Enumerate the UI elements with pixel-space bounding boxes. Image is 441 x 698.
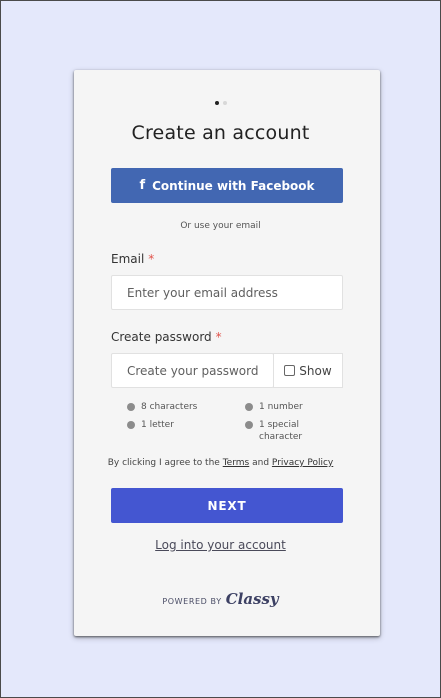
requirement-bullet-icon	[127, 403, 135, 411]
page-title: Create an account	[131, 122, 310, 144]
required-mark: *	[215, 330, 222, 344]
requirement-chars: 8 characters	[127, 401, 197, 413]
step-dot-active	[214, 101, 219, 105]
show-password-toggle[interactable]: Show	[273, 353, 343, 388]
show-password-checkbox[interactable]	[284, 365, 296, 376]
requirement-number: 1 number	[245, 401, 303, 413]
password-label: Create password *	[111, 330, 222, 344]
step-dot	[222, 101, 227, 105]
step-indicator	[0, 101, 441, 105]
requirement-bullet-icon	[245, 403, 253, 411]
classy-logo: Classy	[225, 590, 279, 608]
required-mark: *	[148, 252, 155, 266]
powered-by-text: POWERED BY	[162, 597, 222, 606]
powered-by: POWERED BY Classy	[0, 590, 441, 608]
next-button[interactable]: NEXT	[111, 488, 343, 523]
email-placeholder: Enter your email address	[127, 285, 278, 300]
terms-link[interactable]: Terms	[223, 458, 250, 468]
terms-text: By clicking I agree to the Terms and Pri…	[107, 458, 334, 468]
email-field[interactable]: Enter your email address	[111, 275, 343, 310]
or-divider-text: Or use your email	[180, 221, 261, 231]
facebook-button-label: Continue with Facebook	[152, 178, 315, 193]
password-placeholder: Create your password	[127, 363, 259, 378]
requirement-special: 1 special character	[245, 419, 315, 443]
login-link[interactable]: Log into your account	[0, 538, 441, 552]
requirement-letter: 1 letter	[127, 419, 174, 431]
password-field[interactable]: Create your password	[111, 353, 274, 388]
requirement-bullet-icon	[127, 421, 135, 429]
privacy-policy-link[interactable]: Privacy Policy	[272, 458, 333, 468]
show-label: Show	[299, 363, 332, 378]
email-label: Email *	[111, 252, 155, 266]
facebook-icon: f	[139, 178, 146, 193]
facebook-login-button[interactable]: f Continue with Facebook	[111, 168, 343, 203]
requirement-bullet-icon	[245, 421, 253, 429]
